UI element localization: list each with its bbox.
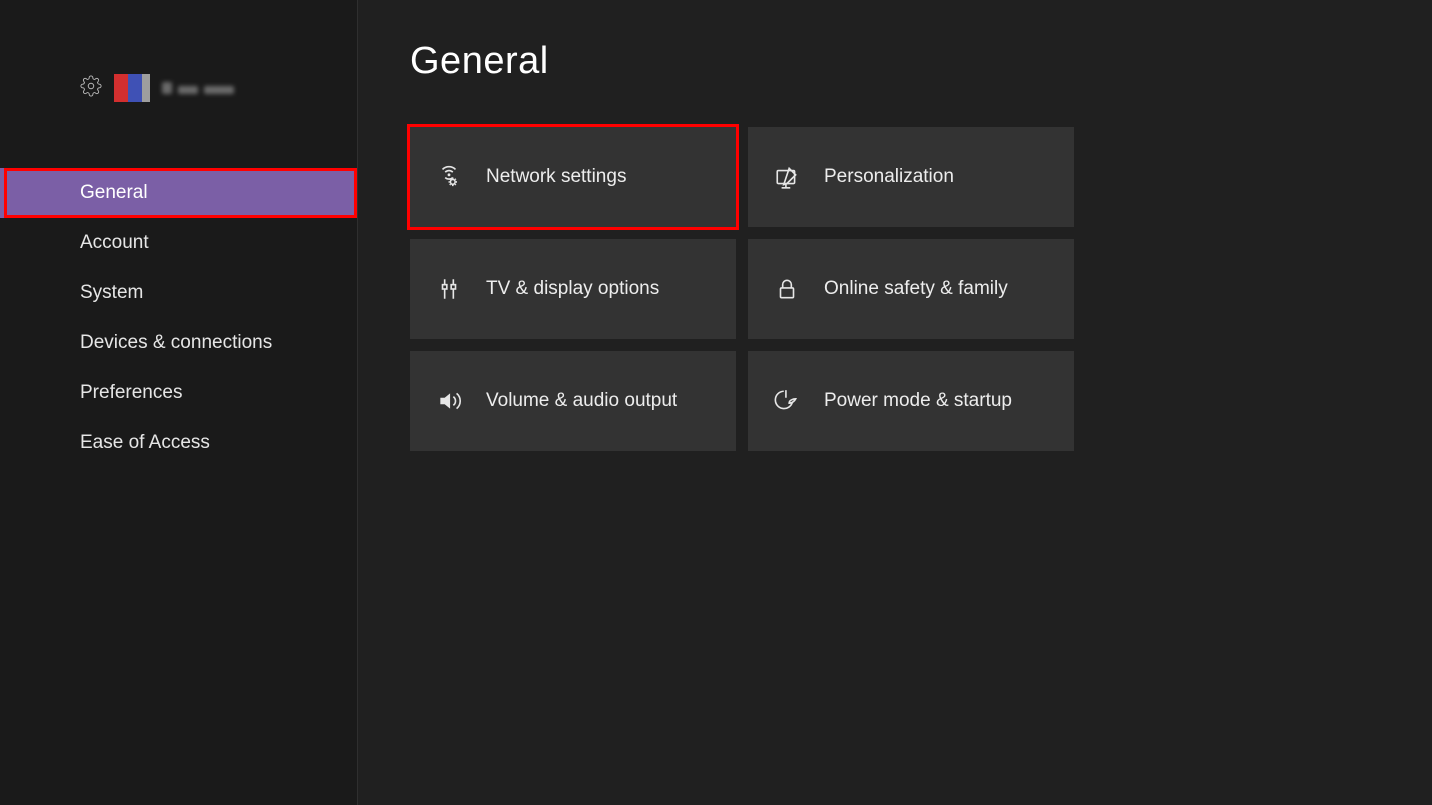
sidebar-item-general[interactable]: General bbox=[0, 168, 357, 218]
sidebar-item-system[interactable]: System bbox=[0, 268, 357, 318]
tile-tv-display-options[interactable]: TV & display options bbox=[410, 239, 736, 339]
sidebar: General Account System Devices & connect… bbox=[0, 0, 358, 805]
gamertag-obscured bbox=[162, 82, 234, 94]
tile-label: Online safety & family bbox=[824, 278, 1008, 300]
tile-online-safety-family[interactable]: Online safety & family bbox=[748, 239, 1074, 339]
tile-volume-audio-output[interactable]: Volume & audio output bbox=[410, 351, 736, 451]
sidebar-item-devices-connections[interactable]: Devices & connections bbox=[0, 318, 357, 368]
tile-power-mode-startup[interactable]: Power mode & startup bbox=[748, 351, 1074, 451]
avatar bbox=[114, 74, 150, 102]
sidebar-item-ease-of-access[interactable]: Ease of Access bbox=[0, 418, 357, 468]
sidebar-item-preferences[interactable]: Preferences bbox=[0, 368, 357, 418]
sidebar-nav: General Account System Devices & connect… bbox=[0, 168, 357, 468]
sidebar-item-label: System bbox=[80, 282, 143, 304]
sidebar-item-label: Devices & connections bbox=[80, 332, 272, 354]
tile-label: Network settings bbox=[486, 166, 626, 188]
page-title: General bbox=[410, 40, 1432, 83]
tile-label: Volume & audio output bbox=[486, 390, 677, 412]
settings-app: General Account System Devices & connect… bbox=[0, 0, 1432, 805]
sidebar-item-label: General bbox=[80, 182, 148, 204]
settings-tiles: Network settings Personalization bbox=[410, 127, 1432, 451]
tile-label: Personalization bbox=[824, 166, 954, 188]
tile-label: Power mode & startup bbox=[824, 390, 1012, 412]
tile-label: TV & display options bbox=[486, 278, 659, 300]
tile-network-settings[interactable]: Network settings bbox=[410, 127, 736, 227]
sidebar-item-label: Preferences bbox=[80, 382, 182, 404]
sidebar-item-account[interactable]: Account bbox=[0, 218, 357, 268]
personalize-icon bbox=[774, 164, 800, 190]
network-icon bbox=[436, 164, 462, 190]
lock-icon bbox=[774, 276, 800, 302]
tile-personalization[interactable]: Personalization bbox=[748, 127, 1074, 227]
display-cable-icon bbox=[436, 276, 462, 302]
profile-header[interactable] bbox=[0, 0, 357, 116]
sidebar-item-label: Ease of Access bbox=[80, 432, 210, 454]
power-eco-icon bbox=[774, 388, 800, 414]
volume-icon bbox=[436, 388, 462, 414]
sidebar-item-label: Account bbox=[80, 232, 149, 254]
main-panel: General Network settings bbox=[358, 0, 1432, 805]
gear-icon bbox=[80, 75, 102, 102]
